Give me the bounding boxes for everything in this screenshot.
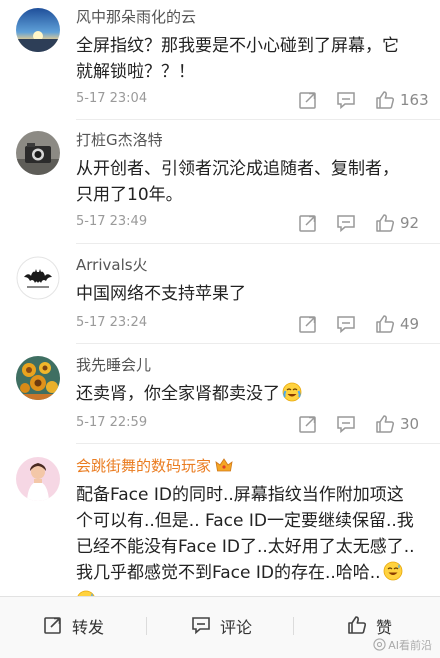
comment-line: 配备Face ID的同时..屏幕指纹当作附加项这 — [76, 485, 404, 505]
divider — [76, 119, 440, 120]
comment-line: 全屏指纹？那我要是不小心碰到了屏幕，它 — [76, 36, 399, 56]
comment-text: 从开创者、引领者沉沦成追随者、复制者， 只用了10年。 — [76, 156, 426, 208]
watermark: AI看前沿 — [373, 637, 432, 653]
share-icon[interactable] — [297, 313, 319, 335]
crying-laughing-emoji — [282, 382, 302, 410]
username[interactable]: 我先睡会儿 — [76, 354, 151, 375]
girl-avatar-icon — [16, 457, 60, 501]
thumbs-up-icon — [348, 616, 367, 634]
reply-icon[interactable] — [335, 413, 357, 435]
divider — [76, 343, 440, 344]
timestamp: 5-17 23:24 — [76, 315, 148, 330]
username-text: 会跳街舞的数码玩家 — [76, 457, 212, 475]
comment-meta: 5-17 23:49 92 — [76, 212, 430, 234]
comment-text: 全屏指纹？那我要是不小心碰到了屏幕，它 就解锁啦？？！ — [76, 33, 426, 85]
like-label: 赞 — [376, 618, 393, 637]
comment-item: 风中那朵雨化的云 全屏指纹？那我要是不小心碰到了屏幕，它 就解锁啦？？！ 5-1… — [0, 2, 440, 120]
user-avatar[interactable] — [16, 457, 60, 501]
reply-icon[interactable] — [335, 313, 357, 335]
timestamp: 5-17 23:49 — [76, 214, 148, 229]
weibo-at-icon — [373, 638, 386, 651]
thumbs-up-icon[interactable] — [374, 413, 396, 435]
sunflowers-avatar-icon — [16, 356, 60, 400]
comment-line: 就解锁啦？？！ — [76, 62, 195, 82]
comment-item: 打桩G杰洛特 从开创者、引领者沉沦成追随者、复制者， 只用了10年。 5-17 … — [0, 125, 440, 244]
like-count: 30 — [400, 415, 420, 433]
comment-meta: 5-17 22:59 30 — [76, 413, 430, 435]
username[interactable]: 风中那朵雨化的云 — [76, 6, 196, 27]
divider — [146, 617, 147, 635]
comment-item: 我先睡会儿 还卖肾，你全家肾都卖没了 5-17 22:59 30 — [0, 350, 440, 444]
comment-icon — [192, 617, 210, 635]
comment-meta: 5-17 23:04 163 — [76, 89, 430, 111]
share-icon[interactable] — [297, 89, 319, 111]
comment-line: 已经不能没有Face ID了..太好用了太无感了.. — [76, 537, 415, 557]
comment-feed: 风中那朵雨化的云 全屏指纹？那我要是不小心碰到了屏幕，它 就解锁啦？？！ 5-1… — [0, 0, 440, 596]
comment-line: 我几乎都感觉不到Face ID的存在..哈哈.. — [76, 563, 381, 583]
comment-item: Arrivals火 中国网络不支持苹果了 5-17 23:24 49 — [0, 250, 440, 344]
share-icon[interactable] — [297, 413, 319, 435]
thumbs-up-icon[interactable] — [374, 212, 396, 234]
comment-line: 个可以有..但是.. Face ID一定要继续保留..我 — [76, 511, 414, 531]
reply-icon[interactable] — [335, 212, 357, 234]
divider — [76, 443, 440, 444]
thumbs-up-icon[interactable] — [374, 313, 396, 335]
comment-label: 评论 — [220, 618, 253, 637]
timestamp: 5-17 23:04 — [76, 91, 148, 106]
divider — [293, 617, 294, 635]
bat-logo-avatar-icon — [16, 256, 60, 300]
repost-label: 转发 — [72, 618, 105, 637]
comment-text: 还卖肾，你全家肾都卖没了 — [76, 381, 426, 410]
thumbs-up-icon[interactable] — [374, 89, 396, 111]
user-avatar[interactable] — [16, 8, 60, 52]
share-icon[interactable] — [297, 212, 319, 234]
divider — [76, 243, 440, 244]
username[interactable]: 会跳街舞的数码玩家 — [76, 455, 233, 477]
user-avatar[interactable] — [16, 356, 60, 400]
comment-item: 会跳街舞的数码玩家 配备Face ID的同时..屏幕指纹当作附加项这 个可以有.… — [0, 451, 440, 596]
comment-line: 从开创者、引领者沉沦成追随者、复制者， — [76, 159, 399, 179]
sunset-avatar-icon — [16, 8, 60, 52]
comment-line: 中国网络不支持苹果了 — [76, 284, 246, 304]
watermark-text: AI看前沿 — [388, 639, 432, 652]
crown-vip-icon — [215, 457, 233, 477]
camera-avatar-icon — [16, 131, 60, 175]
comment-text: 中国网络不支持苹果了 — [76, 281, 426, 307]
comment-line: 还卖肾，你全家肾都卖没了 — [76, 384, 280, 404]
like-count: 49 — [400, 315, 420, 333]
reply-icon[interactable] — [335, 89, 357, 111]
like-count: 92 — [400, 214, 420, 232]
comment-meta: 5-17 23:24 49 — [76, 313, 430, 335]
timestamp: 5-17 22:59 — [76, 415, 148, 430]
comment-text: 配备Face ID的同时..屏幕指纹当作附加项这 个可以有..但是.. Face… — [76, 482, 426, 596]
like-count: 163 — [400, 91, 429, 109]
username[interactable]: 打桩G杰洛特 — [76, 129, 163, 150]
repost-icon — [44, 617, 61, 634]
bottom-action-bar: 转发 评论 赞 AI看前沿 — [0, 596, 440, 658]
username[interactable]: Arrivals火 — [76, 254, 148, 275]
user-avatar[interactable] — [16, 256, 60, 300]
user-avatar[interactable] — [16, 131, 60, 175]
comment-line: 只用了10年。 — [76, 185, 183, 205]
grinning-sweat-emoji — [383, 561, 403, 589]
